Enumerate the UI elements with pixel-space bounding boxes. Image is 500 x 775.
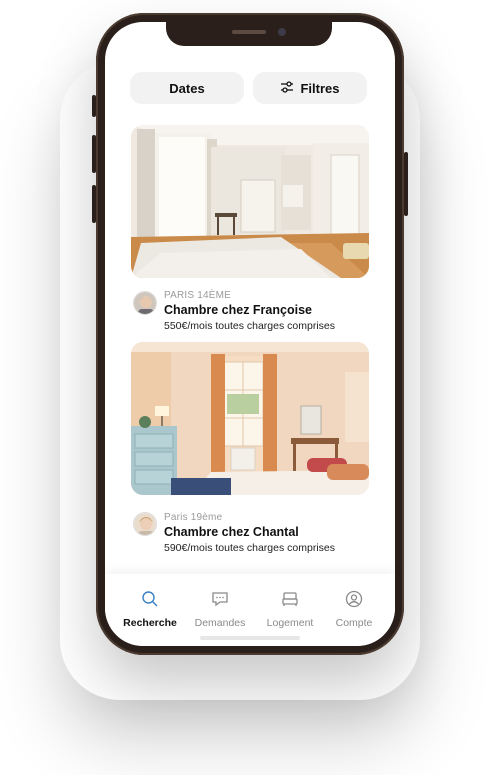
speaker-grille xyxy=(232,30,266,34)
host-avatar-1 xyxy=(133,291,157,315)
listing-title: Chambre chez Chantal xyxy=(164,525,299,539)
chat-icon xyxy=(211,590,229,613)
listing-title: Chambre chez Françoise xyxy=(164,303,312,317)
host-avatar-2 xyxy=(133,512,157,536)
tab-compte[interactable]: Compte xyxy=(319,590,389,629)
dates-button-label: Dates xyxy=(169,80,205,96)
room-photo-illustration xyxy=(131,125,369,278)
phone-volume-down-button xyxy=(92,185,96,223)
tab-label: Compte xyxy=(335,617,373,629)
front-camera xyxy=(278,28,286,36)
listing-price: 550€/mois toutes charges comprises xyxy=(164,320,335,332)
search-icon xyxy=(141,590,159,613)
home-indicator xyxy=(200,636,300,640)
user-icon xyxy=(345,590,363,613)
tab-label: Demandes xyxy=(194,617,246,629)
phone-notch xyxy=(166,22,332,46)
phone-power-button xyxy=(404,152,408,216)
listing-price: 590€/mois toutes charges comprises xyxy=(164,542,335,554)
tab-recherche[interactable]: Recherche xyxy=(115,590,185,629)
tab-label: Logement xyxy=(266,617,314,629)
listing-info-1[interactable]: PARIS 14ÈME Chambre chez Françoise 550€/… xyxy=(164,290,364,332)
tab-logement[interactable]: Logement xyxy=(255,590,325,629)
sliders-icon xyxy=(280,80,294,96)
dates-button[interactable]: Dates xyxy=(130,72,244,104)
filtres-button-label: Filtres xyxy=(300,80,340,96)
listing-location: Paris 19ème xyxy=(164,512,223,523)
tab-label: Recherche xyxy=(123,617,177,629)
phone-volume-up-button xyxy=(92,135,96,173)
listing-photo-2[interactable] xyxy=(131,342,369,495)
listing-location: PARIS 14ÈME xyxy=(164,290,232,301)
room-photo-illustration xyxy=(131,342,369,495)
filtres-button[interactable]: Filtres xyxy=(253,72,367,104)
listing-info-2[interactable]: Paris 19ème Chambre chez Chantal 590€/mo… xyxy=(164,512,364,554)
listing-photo-1[interactable] xyxy=(131,125,369,278)
bed-icon xyxy=(281,590,299,613)
phone-side-button xyxy=(92,95,96,117)
tab-demandes[interactable]: Demandes xyxy=(185,590,255,629)
